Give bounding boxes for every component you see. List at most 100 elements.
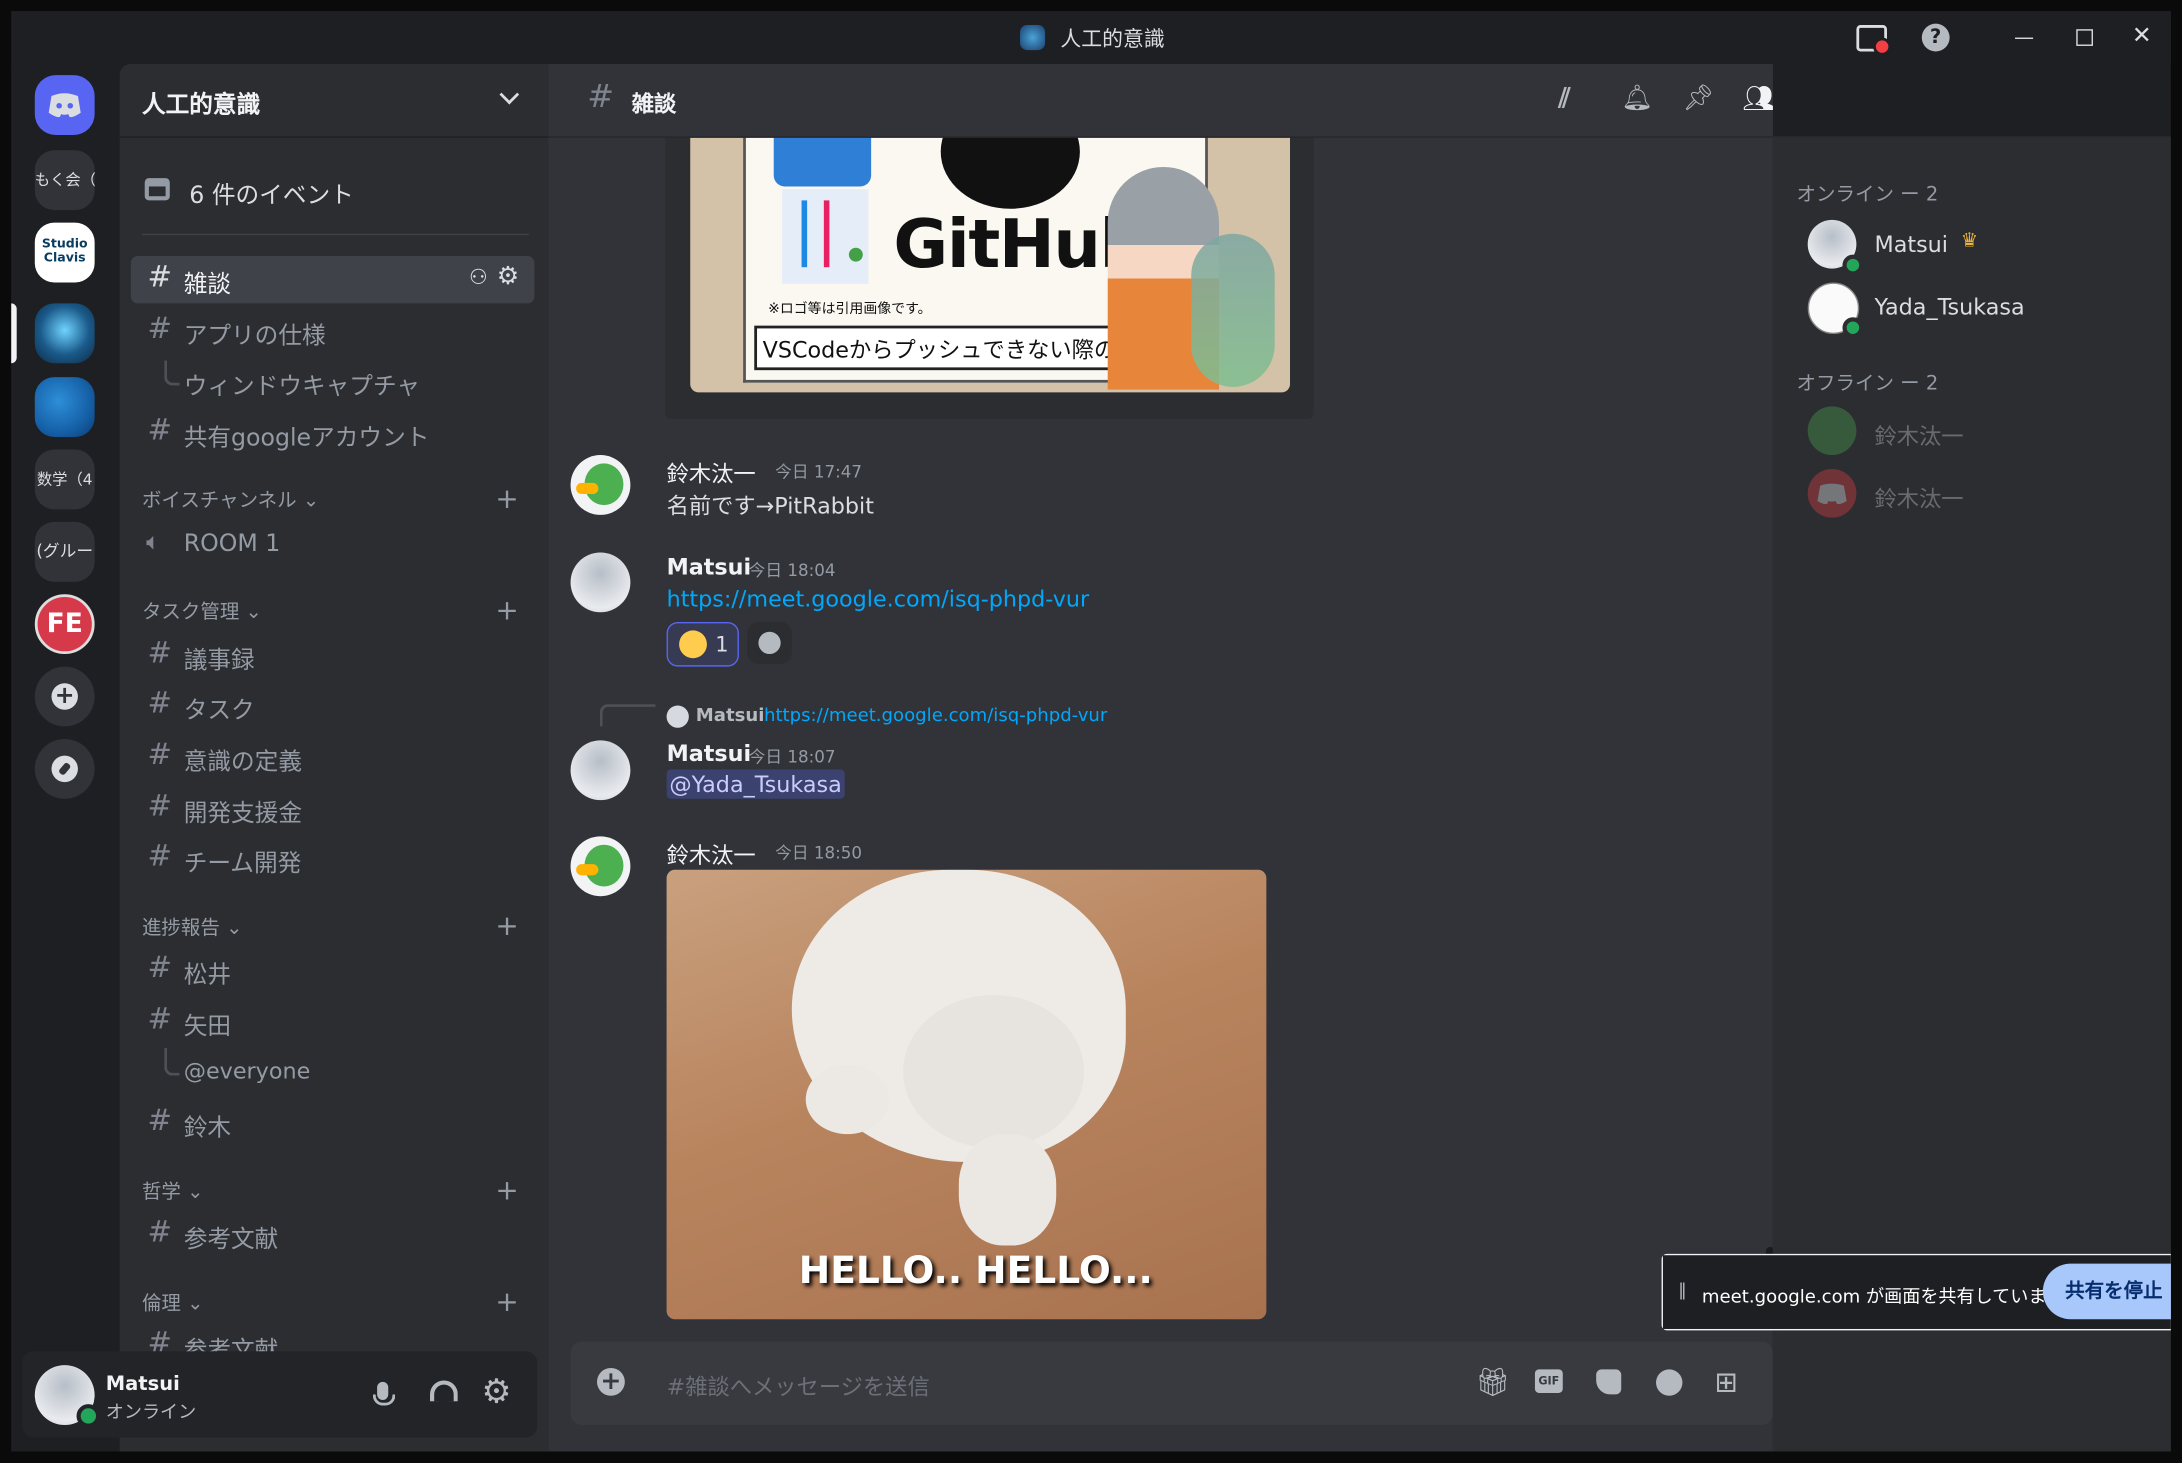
add-reaction-button[interactable]: [747, 622, 792, 664]
embed-image[interactable]: GitHub ※ロゴ等は引用画像です。 VSCodeからプッシュできない際の対処: [690, 136, 1291, 393]
threads-icon[interactable]: ⫽: [1559, 83, 1571, 114]
sticker-icon[interactable]: [1596, 1369, 1622, 1395]
channel-label: 松井: [183, 961, 232, 990]
server-artificial-consciousness[interactable]: [34, 303, 95, 364]
offline-header: オフライン ー 2: [1796, 372, 1939, 396]
channel-matsui[interactable]: # 松井: [131, 946, 535, 993]
reaction-thinking[interactable]: 1: [666, 622, 739, 667]
maximize-icon[interactable]: [2076, 29, 2093, 46]
user-name[interactable]: Matsui: [106, 1374, 180, 1396]
help-icon[interactable]: ?: [1921, 23, 1950, 52]
channel-label: 矢田: [183, 1013, 232, 1041]
add-server-button[interactable]: +: [34, 666, 95, 727]
bell-icon[interactable]: 🔔︎: [1621, 83, 1653, 112]
minimize-icon[interactable]: [2015, 37, 2034, 39]
voice-room-1[interactable]: 🔈︎ ROOM 1: [131, 522, 535, 569]
gif-icon[interactable]: GIF: [1534, 1369, 1563, 1393]
channel-label: 議事録: [183, 647, 255, 675]
server-fe[interactable]: FE: [34, 594, 95, 655]
apps-icon[interactable]: ⊞: [1714, 1365, 1737, 1398]
active-server-pill: [11, 303, 17, 364]
reply-link[interactable]: https://meet.google.com/isq-phpd-vur: [764, 706, 1107, 727]
online-header: オンライン ー 2: [1796, 183, 1939, 206]
message-author[interactable]: 鈴木汰一: [667, 836, 756, 869]
category-ethics[interactable]: 倫理 ⌄: [142, 1289, 203, 1317]
home-button[interactable]: [34, 75, 95, 135]
message-text: 名前です→PitRabbit: [666, 492, 874, 520]
channel-zatsudan[interactable]: # 雑談 ⚇ ⚙: [130, 256, 535, 304]
category-tasks[interactable]: タスク管理 ⌄: [142, 597, 262, 625]
explore-servers-button[interactable]: [34, 738, 95, 799]
message-input[interactable]: + #雑談へメッセージを送信 🎁︎ GIF ⊞: [570, 1341, 1773, 1425]
cat-gif[interactable]: HELLO.. HELLO...: [666, 869, 1267, 1320]
server-header[interactable]: 人工的意識: [119, 64, 549, 138]
thread-window-capture[interactable]: ウィンドウキャプチャ: [131, 358, 535, 405]
channel-app-spec[interactable]: # アプリの仕様: [131, 308, 535, 355]
member-name: Matsui: [1874, 231, 1948, 258]
drag-handle-icon[interactable]: ‖: [1678, 1280, 1686, 1299]
user-mention[interactable]: @Yada_Tsukasa: [666, 769, 845, 799]
invite-icon[interactable]: ⚇: [469, 264, 488, 289]
cat-head: [903, 994, 1085, 1149]
category-progress[interactable]: 進捗報告 ⌄: [142, 913, 242, 941]
avatar[interactable]: [570, 836, 631, 897]
add-channel-icon[interactable]: +: [495, 1284, 518, 1317]
member-row[interactable]: 鈴木汰一: [1784, 401, 2160, 462]
member-name: 鈴木汰一: [1874, 485, 1964, 513]
avatar[interactable]: [570, 455, 631, 515]
add-channel-icon[interactable]: +: [495, 481, 518, 514]
server-name: 人工的意識: [141, 91, 261, 120]
message-author[interactable]: 鈴木汰一: [667, 455, 756, 488]
category-label: タスク管理: [141, 601, 240, 624]
gear-icon[interactable]: ⚙: [497, 262, 519, 291]
branch-line: [823, 200, 830, 268]
screen-share-icon[interactable]: [1856, 25, 1892, 56]
hash-icon: #: [147, 686, 173, 720]
member-row[interactable]: Matsui ♛: [1784, 214, 2160, 276]
emoji-icon[interactable]: [1656, 1369, 1683, 1396]
server-blue-texture[interactable]: [34, 377, 95, 437]
stop-sharing-button[interactable]: 共有を停止: [2042, 1263, 2171, 1320]
message-link[interactable]: https://meet.google.com/isq-phpd-vur: [667, 586, 1090, 612]
channel-yada[interactable]: # 矢田: [131, 998, 535, 1045]
close-icon[interactable]: ✕: [2132, 22, 2152, 50]
avatar[interactable]: [570, 552, 631, 613]
channel-suzuki[interactable]: # 鈴木: [131, 1099, 535, 1146]
upload-plus-icon[interactable]: +: [596, 1367, 625, 1396]
category-philosophy[interactable]: 哲学 ⌄: [142, 1177, 203, 1205]
pin-icon[interactable]: 📌︎: [1682, 83, 1714, 112]
channel-shared-google[interactable]: # 共有googleアカウント: [131, 409, 535, 456]
category-voice[interactable]: ボイスチャンネル ⌄: [142, 486, 319, 514]
add-channel-icon[interactable]: +: [495, 909, 518, 942]
channel-label: 開発支援金: [183, 800, 302, 829]
message-author[interactable]: Matsui: [667, 740, 752, 766]
discord-window: 人工的意識 ? ✕ もく会（ Studio Clavis 数学（4 (グルー F…: [11, 11, 2171, 1452]
members-icon[interactable]: 👥︎: [1742, 82, 1773, 114]
embed-note: ※ロゴ等は引用画像です。: [768, 301, 932, 318]
gift-icon[interactable]: 🎁︎: [1475, 1365, 1510, 1398]
headphones-icon[interactable]: [430, 1380, 458, 1402]
member-row[interactable]: Yada_Tsukasa: [1784, 277, 2160, 339]
channel-philosophy-references[interactable]: # 参考文献: [131, 1211, 535, 1258]
channel-dev-grant[interactable]: # 開発支援金: [131, 785, 535, 832]
channel-minutes[interactable]: # 議事録: [131, 632, 535, 679]
message-author[interactable]: Matsui: [667, 554, 752, 580]
settings-gear-icon[interactable]: ⚙: [481, 1372, 511, 1411]
server-group[interactable]: (グルー: [34, 521, 95, 582]
add-channel-icon[interactable]: +: [495, 1173, 518, 1206]
events-item[interactable]: 6 件のイベント: [131, 167, 535, 214]
channel-team-dev[interactable]: # チーム開発: [131, 835, 535, 882]
reply-author[interactable]: Matsui: [696, 706, 765, 727]
member-row[interactable]: 鈴木汰一: [1784, 463, 2160, 524]
channel-tasks[interactable]: # タスク: [131, 682, 535, 729]
server-math[interactable]: 数学（4: [34, 449, 95, 510]
add-channel-icon[interactable]: +: [495, 593, 518, 626]
thread-everyone[interactable]: @everyone: [131, 1049, 535, 1096]
server-studio-clavis[interactable]: Studio Clavis: [34, 222, 95, 283]
member-name: 鈴木汰一: [1874, 423, 1964, 450]
avatar[interactable]: [570, 740, 631, 801]
channel-consciousness-definition[interactable]: # 意識の定義: [131, 733, 535, 780]
category-label: 進捗報告: [141, 917, 220, 940]
message-time: 今日 17:47: [775, 462, 862, 482]
server-mokukai[interactable]: もく会（: [34, 150, 95, 211]
